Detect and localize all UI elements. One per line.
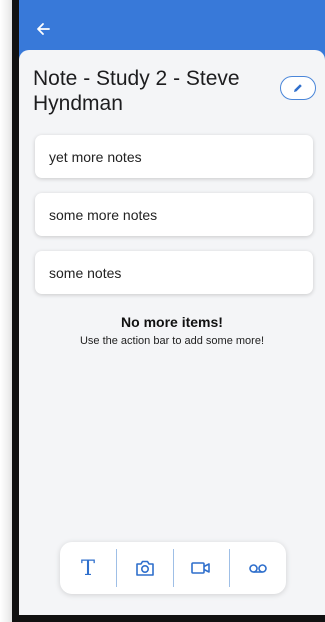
back-button[interactable]	[32, 18, 54, 40]
empty-state-title: No more items!	[121, 314, 223, 330]
arrow-left-icon	[37, 23, 50, 35]
text-icon: T	[81, 557, 95, 579]
action-bar: T	[60, 542, 286, 594]
page-title: Note - Study 2 - Steve Hyndman	[33, 67, 240, 115]
camera-icon	[135, 560, 154, 576]
note-item[interactable]: yet more notes	[35, 135, 313, 178]
note-label: some more notes	[49, 206, 158, 223]
voicemail-icon	[249, 564, 267, 573]
add-text-button[interactable]: T	[60, 549, 116, 587]
note-item[interactable]: some notes	[35, 251, 313, 294]
pencil-icon	[294, 84, 302, 92]
empty-state-subtitle: Use the action bar to add some more!	[79, 335, 265, 347]
note-label: some notes	[49, 264, 122, 281]
add-photo-button[interactable]	[117, 549, 173, 587]
video-icon	[191, 562, 211, 574]
svg-text:T: T	[81, 557, 95, 579]
note-item[interactable]: some more notes	[35, 193, 313, 236]
add-audio-button[interactable]	[230, 549, 286, 587]
left-backdrop	[0, 0, 12, 622]
note-label: yet more notes	[49, 148, 142, 165]
edit-button[interactable]	[280, 76, 316, 100]
add-video-button[interactable]	[174, 549, 230, 587]
